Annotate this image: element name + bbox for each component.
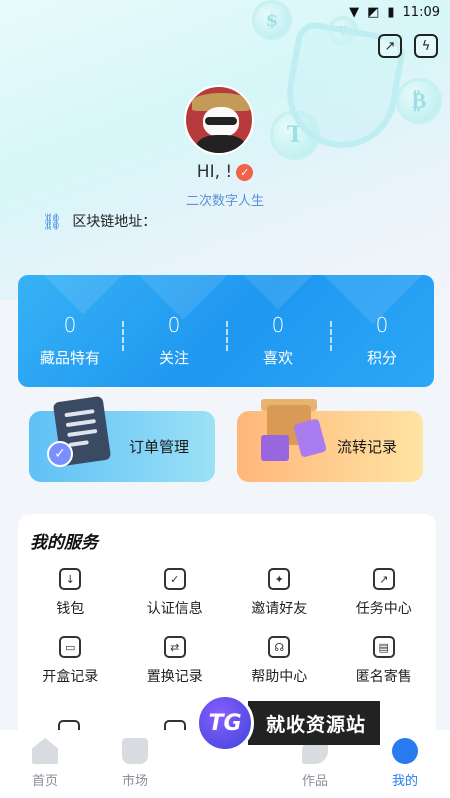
- certificate-icon: ✓: [163, 568, 186, 590]
- stat-points[interactable]: 0 积分: [330, 313, 434, 368]
- watermark-text: 就收资源站: [248, 701, 381, 745]
- stat-following[interactable]: 0 关注: [122, 313, 226, 368]
- top-actions: ↗ ϟ: [378, 34, 438, 58]
- service-consign[interactable]: ▤ 匿名寄售: [332, 636, 437, 686]
- status-time: 11:09: [402, 4, 440, 20]
- stats-panel: 0 藏品特有 0 关注 0 喜欢 0 积分: [18, 275, 434, 387]
- profile-subtitle: 二次数字人生: [185, 194, 264, 209]
- tab-home[interactable]: 首页: [0, 730, 90, 798]
- task-icon: ↗: [372, 568, 395, 590]
- market-icon: [122, 738, 148, 764]
- service-label: 置换记录: [146, 669, 203, 685]
- service-wallet[interactable]: ↓ 钱包: [18, 568, 123, 618]
- blockchain-address[interactable]: ⛓ 区块链地址：: [42, 211, 156, 231]
- share-icon[interactable]: ↗: [378, 34, 402, 58]
- transfer-records-card[interactable]: 流转记录: [237, 399, 423, 482]
- verified-badge-icon: ✓: [236, 164, 254, 181]
- consign-icon: ▤: [372, 636, 395, 658]
- order-management-label: 订单管理: [129, 438, 190, 456]
- avatar[interactable]: [184, 85, 254, 155]
- service-certificate[interactable]: ✓ 认证信息: [123, 568, 228, 618]
- greeting: HI, ! ✓: [0, 162, 450, 182]
- watermark-logo: TG: [196, 694, 254, 752]
- blockchain-label: 区块链地址：: [72, 214, 157, 230]
- document-icon: ✓: [47, 395, 117, 475]
- greeting-text: HI, !: [196, 162, 233, 182]
- service-headset[interactable]: ☊ 帮助中心: [227, 636, 332, 686]
- services-title: 我的服务: [30, 533, 98, 553]
- service-label: 钱包: [56, 601, 85, 617]
- wallet-icon: ↓: [59, 568, 82, 590]
- services-grid: ↓ 钱包 ✓ 认证信息 ✦ 邀请好友 ↗ 任务中心 ▭ 开盒记录 ⇄ 置换记录 ☊ 帮助中心 ▤ 匿名寄售: [18, 568, 436, 686]
- battery-icon: ▮: [387, 4, 395, 20]
- wifi-icon: ▼: [349, 4, 360, 20]
- headset-icon: ☊: [268, 636, 291, 658]
- status-bar: ▼ ◩ ▮ 11:09: [0, 0, 450, 24]
- blockchain-icon: ⛓: [42, 211, 63, 231]
- package-icon: [255, 399, 327, 475]
- sim-icon: ◩: [367, 4, 380, 20]
- stat-likes[interactable]: 0 喜欢: [226, 313, 330, 368]
- service-exchange[interactable]: ⇄ 置换记录: [123, 636, 228, 686]
- watermark: TG 就收资源站: [196, 694, 412, 752]
- service-box-open[interactable]: ▭ 开盒记录: [18, 636, 123, 686]
- gift-icon: ✦: [268, 568, 291, 590]
- tab-market[interactable]: 市场: [90, 730, 180, 798]
- exchange-icon: ⇄: [163, 636, 186, 658]
- service-label: 帮助中心: [251, 669, 308, 685]
- flash-icon[interactable]: ϟ: [414, 34, 438, 58]
- transfer-records-label: 流转记录: [337, 438, 398, 456]
- check-icon: ✓: [47, 441, 73, 467]
- service-label: 任务中心: [355, 601, 412, 617]
- box-open-icon: ▭: [59, 636, 82, 658]
- coin-decoration: ₿: [396, 78, 442, 124]
- service-label: 邀请好友: [251, 601, 308, 617]
- service-task[interactable]: ↗ 任务中心: [332, 568, 437, 618]
- service-label: 开盒记录: [42, 669, 99, 685]
- service-label: 认证信息: [146, 601, 203, 617]
- home-icon: [32, 738, 58, 764]
- service-gift[interactable]: ✦ 邀请好友: [227, 568, 332, 618]
- order-management-card[interactable]: ✓ 订单管理: [29, 395, 215, 482]
- stat-collections[interactable]: 0 藏品特有: [18, 313, 122, 368]
- service-label: 匿名寄售: [355, 669, 412, 685]
